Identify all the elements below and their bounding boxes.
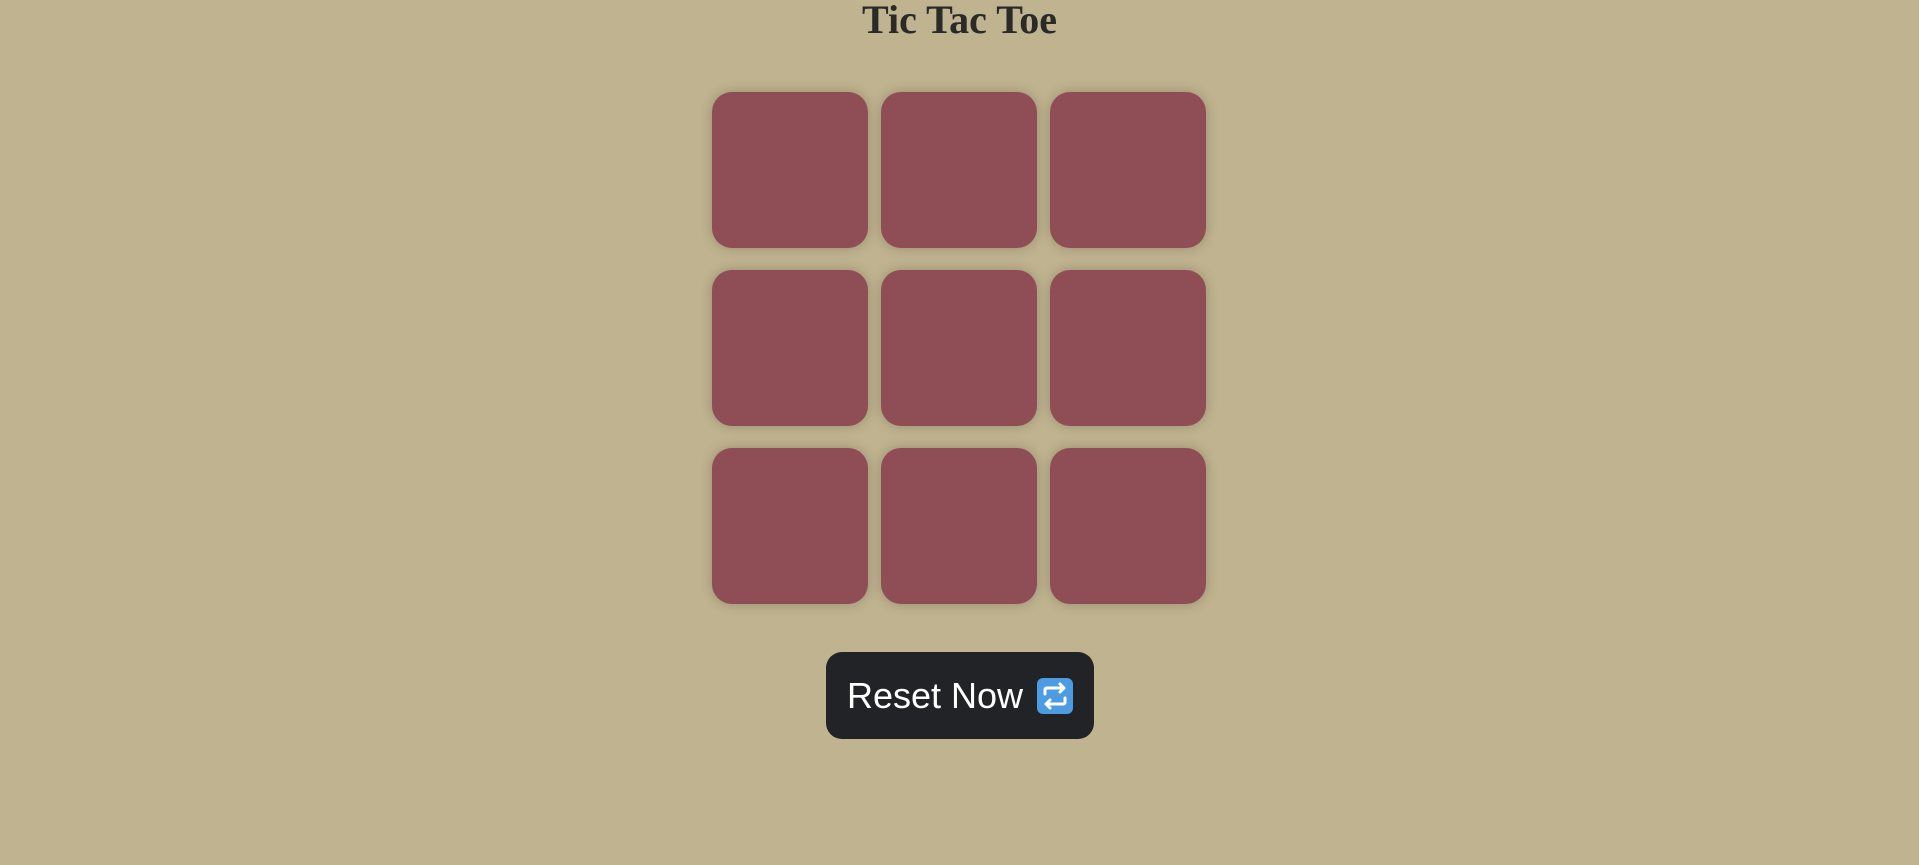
board-cell-7[interactable] [712,448,868,604]
board-cell-1[interactable] [712,92,868,248]
game-board [712,92,1208,604]
page-title: Tic Tac Toe [862,0,1057,42]
reset-button[interactable]: Reset Now [826,652,1094,739]
board-cell-4[interactable] [712,270,868,426]
board-cell-6[interactable] [1050,270,1206,426]
repeat-icon [1037,677,1074,714]
board-cell-3[interactable] [1050,92,1206,248]
board-cell-9[interactable] [1050,448,1206,604]
board-cell-2[interactable] [881,92,1037,248]
reset-button-label: Reset Now [846,674,1024,716]
board-cell-8[interactable] [881,448,1037,604]
board-cell-5[interactable] [881,270,1037,426]
